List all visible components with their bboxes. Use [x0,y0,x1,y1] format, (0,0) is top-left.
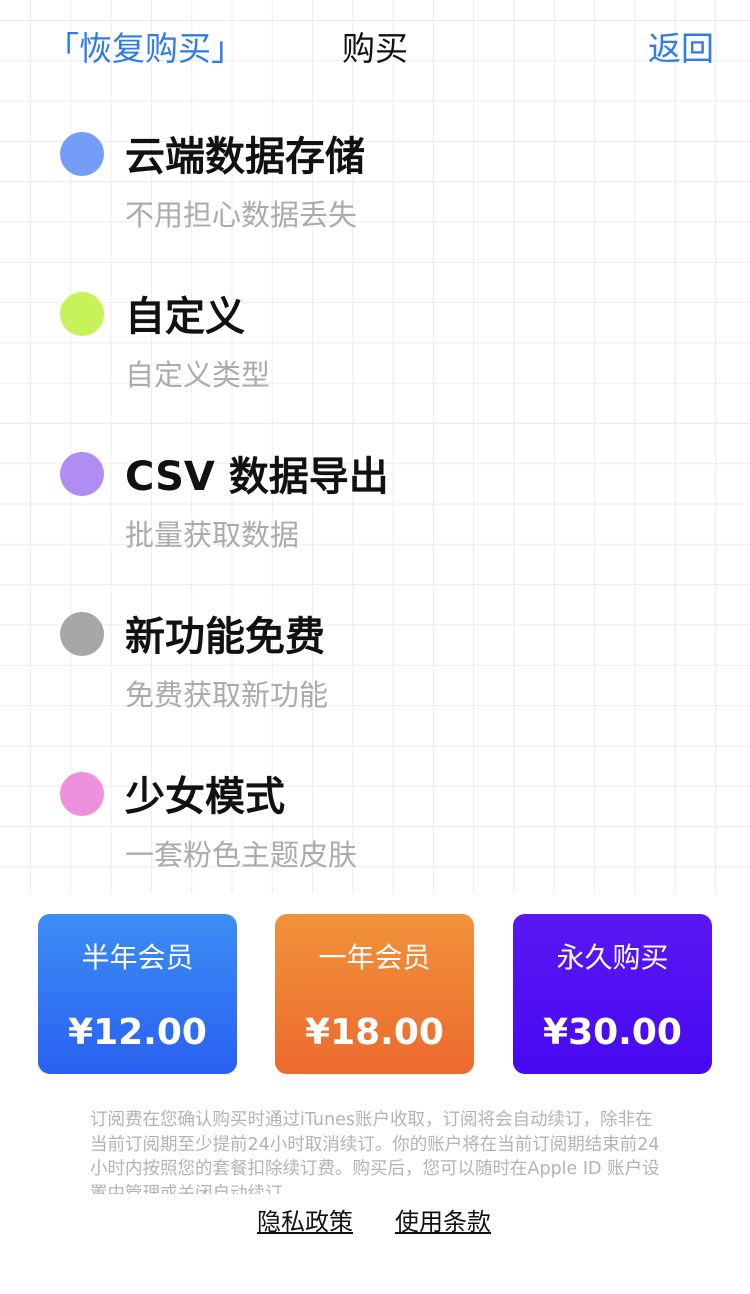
navigation-bar: 「恢复购买」 购买 返回 [0,0,750,90]
plan-name: 半年会员 [81,941,194,974]
privacy-policy-link[interactable]: 隐私政策 [257,1202,353,1237]
bullet-dot-icon [60,612,104,656]
feature-subtitle: 批量获取数据 [125,518,300,552]
feature-item-csv-export: CSV 数据导出 批量获取数据 [0,448,750,568]
feature-item-customize: 自定义 自定义类型 [0,288,750,408]
bullet-dot-icon [60,292,104,336]
feature-title: 云端数据存储 [125,134,365,180]
feature-item-girl-mode: 少女模式 一套粉色主题皮肤 [0,768,750,888]
bullet-dot-icon [60,452,104,496]
plan-name: 永久购买 [556,941,669,974]
feature-title: 少女模式 [125,774,285,820]
plan-lifetime-button[interactable]: 永久购买 ¥30.00 [513,914,712,1074]
feature-subtitle: 一套粉色主题皮肤 [125,838,358,872]
bullet-dot-icon [60,772,104,816]
back-button[interactable]: 返回 [648,22,714,70]
feature-title: CSV 数据导出 [125,454,389,500]
footer-links: 隐私政策 使用条款 [0,1202,750,1242]
feature-title: 新功能免费 [125,614,325,660]
feature-subtitle: 免费获取新功能 [125,678,329,712]
plan-name: 一年会员 [318,941,431,974]
feature-item-cloud-storage: 云端数据存储 不用担心数据丢失 [0,128,750,248]
plan-price: ¥30.00 [543,1012,682,1053]
plan-options: 半年会员 ¥12.00 一年会员 ¥18.00 永久购买 ¥30.00 [0,914,750,1074]
feature-title: 自定义 [125,294,245,340]
plan-price: ¥12.00 [68,1012,207,1053]
plan-one-year-button[interactable]: 一年会员 ¥18.00 [275,914,474,1074]
plan-half-year-button[interactable]: 半年会员 ¥12.00 [38,914,237,1074]
restore-purchase-button[interactable]: 「恢复购买」 [46,22,244,70]
terms-of-use-link[interactable]: 使用条款 [395,1202,491,1237]
feature-subtitle: 不用担心数据丢失 [125,198,358,232]
feature-subtitle: 自定义类型 [125,358,271,392]
plan-price: ¥18.00 [305,1012,444,1053]
feature-item-free-updates: 新功能免费 免费获取新功能 [0,608,750,728]
subscription-terms-text[interactable]: 订阅费在您确认购买时通过iTunes账户收取，订阅将会自动续订，除非在当前订阅期… [90,1108,660,1194]
bullet-dot-icon [60,132,104,176]
